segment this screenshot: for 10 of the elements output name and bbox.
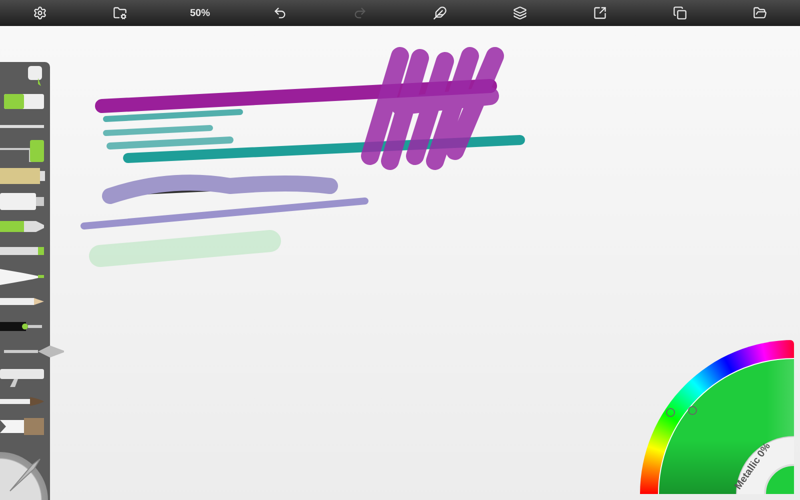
zoom-level[interactable]: 50% bbox=[188, 6, 212, 20]
export-icon[interactable] bbox=[591, 4, 609, 22]
feather-icon[interactable] bbox=[431, 4, 449, 22]
layers-icon[interactable] bbox=[511, 4, 529, 22]
tool-settings-dial[interactable] bbox=[0, 452, 48, 500]
folder-gear-icon[interactable] bbox=[111, 4, 129, 22]
settings-icon[interactable] bbox=[31, 4, 49, 22]
copy-icon[interactable] bbox=[671, 4, 689, 22]
hue-handle-icon[interactable] bbox=[666, 408, 675, 417]
shade-handle-icon[interactable] bbox=[688, 406, 697, 415]
